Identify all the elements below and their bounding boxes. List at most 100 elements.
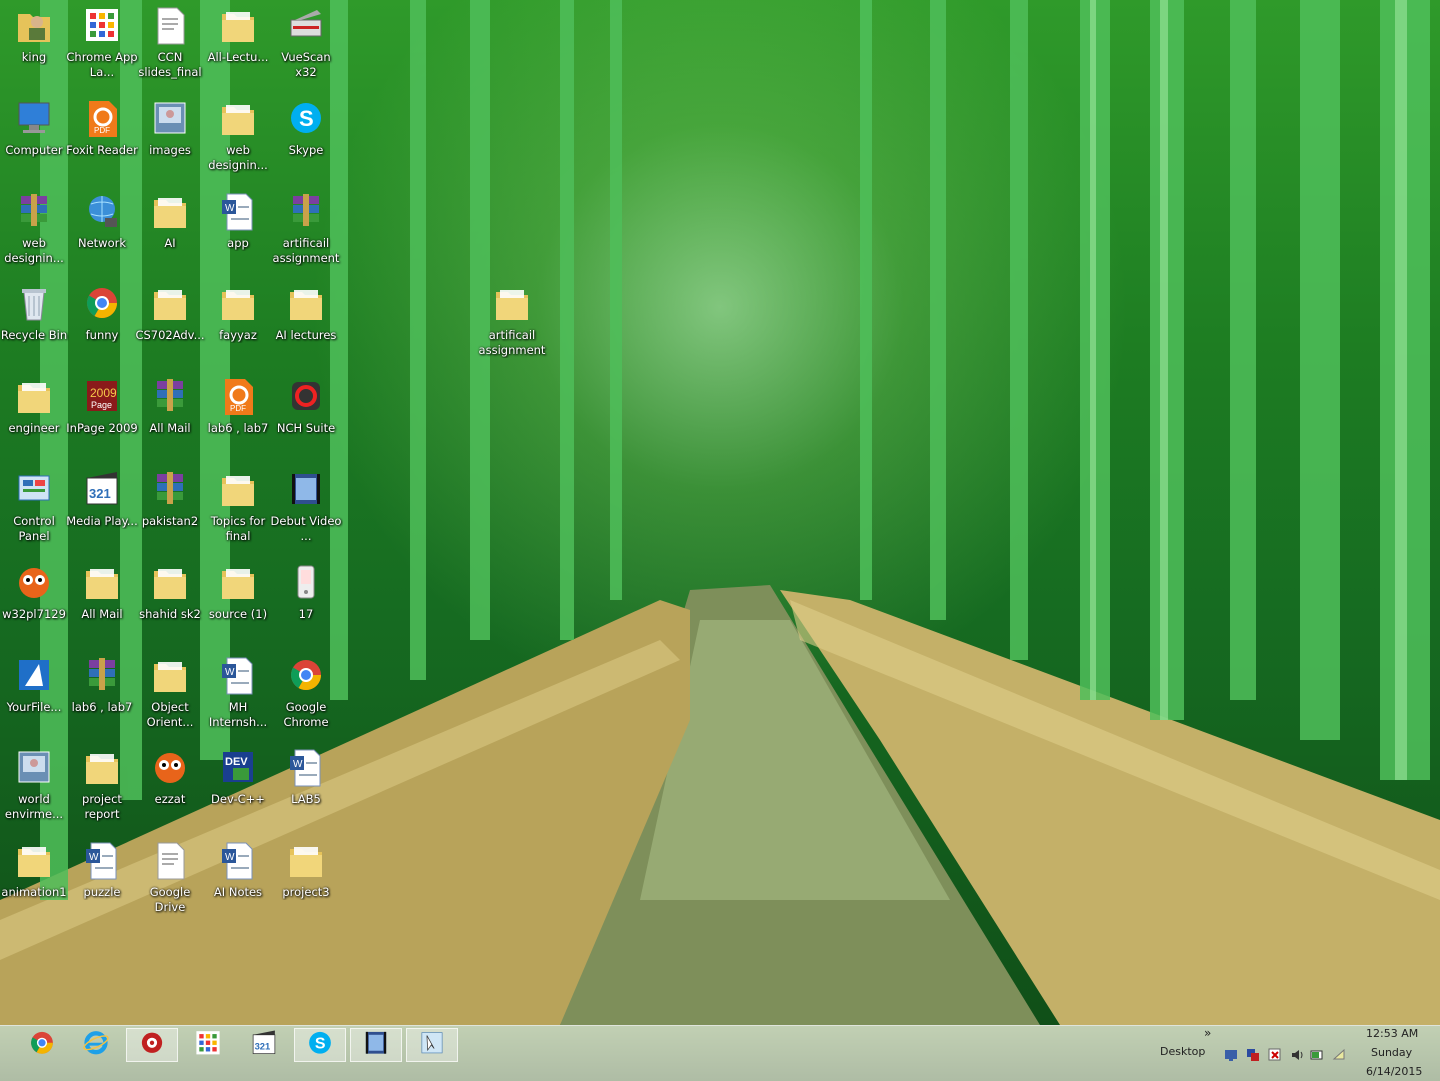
desktop-icon[interactable]: Google Chrome xyxy=(271,654,341,746)
desktop-icon[interactable]: DEV Dev-C++ xyxy=(203,746,273,838)
winrar-icon xyxy=(14,190,54,234)
desktop-icon[interactable]: YourFile... xyxy=(0,654,69,746)
desktop-icon-label: animation1 xyxy=(1,885,67,900)
taskbar: 321 S Desktop » 12:53 AM Sunday 6/14/2015 xyxy=(0,1025,1440,1081)
desktop-icon[interactable]: Topics for final xyxy=(203,468,273,560)
desktop-icon[interactable]: Object Orient... xyxy=(135,654,205,746)
svg-text:321: 321 xyxy=(255,1040,271,1051)
desktop-icon[interactable]: Chrome App La... xyxy=(66,4,138,96)
desktop-icon[interactable]: PDF lab6 , lab7 xyxy=(203,375,273,467)
clock-date[interactable]: 6/14/2015 xyxy=(1366,1065,1422,1078)
desktop-icon[interactable]: engineer xyxy=(0,375,69,467)
desktop-icon[interactable]: VueScan x32 xyxy=(271,4,341,96)
desktop-icon[interactable]: Network xyxy=(67,190,137,282)
media-player-icon: 321 xyxy=(82,468,122,512)
desktop-icon[interactable]: Computer xyxy=(0,97,69,189)
flag-icon[interactable] xyxy=(1268,1047,1282,1061)
desktop-icon[interactable]: images xyxy=(135,97,205,189)
desktop-icon[interactable]: 2009 Page InPage 2009 xyxy=(66,375,138,467)
desktop-icon[interactable]: S Skype xyxy=(271,97,341,189)
desktop-toolbar-label[interactable]: Desktop xyxy=(1160,1045,1205,1058)
clock-time[interactable]: 12:53 AM xyxy=(1366,1027,1418,1040)
desktop-icon[interactable]: AI lectures xyxy=(271,282,341,374)
desktop-icon[interactable]: web designin... xyxy=(203,97,273,189)
desktop-icon[interactable]: W LAB5 xyxy=(271,746,341,838)
desktop-icon-label: Skype xyxy=(288,142,324,157)
battery-icon[interactable] xyxy=(1310,1047,1324,1061)
desktop-icon[interactable]: shahid sk2 xyxy=(135,561,205,653)
desktop-icon[interactable]: 17 xyxy=(271,561,341,653)
folder-icon xyxy=(14,839,54,883)
desktop-icon-label: Object Orient... xyxy=(146,699,194,729)
desktop-icon[interactable]: Debut Video ... xyxy=(271,468,341,560)
desktop-icon[interactable]: source (1) xyxy=(203,561,273,653)
desktop-icon[interactable]: world envirme... xyxy=(0,746,69,838)
taskbar-button[interactable]: 321 xyxy=(238,1028,290,1062)
desktop-icon[interactable]: ezzat xyxy=(135,746,205,838)
desktop-icon[interactable]: NCH Suite xyxy=(271,375,341,467)
word-doc-icon: W xyxy=(218,654,258,698)
taskbar-button[interactable] xyxy=(350,1028,402,1062)
desktop-icon[interactable]: Wpuzzle xyxy=(67,839,137,931)
svg-text:Page: Page xyxy=(91,400,112,410)
desktop-icon[interactable]: w32pl7129 xyxy=(0,561,69,653)
desktop-icon[interactable]: 321 Media Play... xyxy=(66,468,138,560)
desktop-icon-label: funny xyxy=(85,328,119,343)
svg-text:S: S xyxy=(315,1035,326,1052)
scanner-icon xyxy=(286,4,326,48)
skype-icon: S xyxy=(286,97,326,141)
desktop-icon-label: pakistan2 xyxy=(141,514,199,528)
clock-day[interactable]: Sunday xyxy=(1371,1046,1412,1059)
desktop-icon[interactable]: CS702Adv... xyxy=(135,282,205,374)
desktop-icon[interactable]: W MH Internsh... xyxy=(203,654,273,746)
desktop-icon[interactable]: AI xyxy=(135,190,205,282)
recycle-bin-icon xyxy=(14,282,54,326)
desktop-icon[interactable]: Google Drive xyxy=(135,839,205,931)
network-status-icon[interactable] xyxy=(1246,1047,1260,1061)
desktop-icon-label: Topics for final xyxy=(210,514,266,543)
desktop-icon[interactable]: web designin... xyxy=(0,190,69,282)
desktop-icon[interactable]: PDF Foxit Reader xyxy=(66,97,138,189)
desktop-icon[interactable]: artificail assignment xyxy=(271,190,341,282)
desktop-icon[interactable]: artificail assignment xyxy=(477,282,547,374)
taskbar-button[interactable]: S xyxy=(294,1028,346,1062)
folder-icon xyxy=(82,561,122,605)
desktop-icon[interactable]: W AI Notes xyxy=(203,839,273,931)
taskbar-button[interactable] xyxy=(16,1028,68,1062)
desktop-icon-label: CS702Adv... xyxy=(135,328,205,343)
desktop-icon-label: AI lectures xyxy=(275,328,337,343)
desktop-icon[interactable]: Control Panel xyxy=(0,468,69,560)
desktop-icon[interactable]: All-Lectu... xyxy=(203,4,273,96)
desktop-icon[interactable]: pakistan2 xyxy=(135,468,205,560)
notification-icon[interactable] xyxy=(1332,1047,1346,1061)
volume-icon[interactable] xyxy=(1290,1047,1304,1061)
desktop-icon[interactable]: king xyxy=(0,4,69,96)
desktop-icon[interactable]: Wapp xyxy=(203,190,273,282)
desktop-icon[interactable]: project report xyxy=(67,746,137,838)
document-icon xyxy=(150,839,190,883)
desktop-icon[interactable]: lab6 , lab7 xyxy=(67,654,137,746)
desktop-icon-label: NCH Suite xyxy=(276,421,336,436)
desktop-icon[interactable]: fayyaz xyxy=(203,282,273,374)
svg-text:W: W xyxy=(225,203,235,214)
folder-icon xyxy=(150,561,190,605)
desktop-icon[interactable]: All Mail xyxy=(67,561,137,653)
desktop-icon-label: InPage 2009 xyxy=(66,421,138,436)
taskbar-button[interactable] xyxy=(182,1028,234,1062)
desktop-icon[interactable]: CCN slides_final xyxy=(135,4,205,96)
taskbar-button[interactable] xyxy=(406,1028,458,1062)
desktop-icon-label: Network xyxy=(77,235,127,250)
desktop-icon[interactable]: Recycle Bin xyxy=(0,282,69,374)
desktop-icon[interactable]: All Mail xyxy=(135,375,205,467)
action-center-icon[interactable] xyxy=(1224,1047,1238,1061)
taskbar-button[interactable] xyxy=(126,1028,178,1062)
svg-text:W: W xyxy=(89,852,99,863)
desktop-icon[interactable]: funny xyxy=(67,282,137,374)
taskbar-button[interactable] xyxy=(70,1028,122,1062)
desktop-icon-label: Media Play... xyxy=(66,514,138,528)
tray-overflow-chevron-icon[interactable]: » xyxy=(1204,1026,1211,1040)
desktop-icon-label: lab6 , lab7 xyxy=(207,421,269,436)
desktop-icon[interactable]: animation1 xyxy=(0,839,69,931)
desktop-icon[interactable]: project3 xyxy=(271,839,341,931)
folder-icon xyxy=(218,282,258,326)
